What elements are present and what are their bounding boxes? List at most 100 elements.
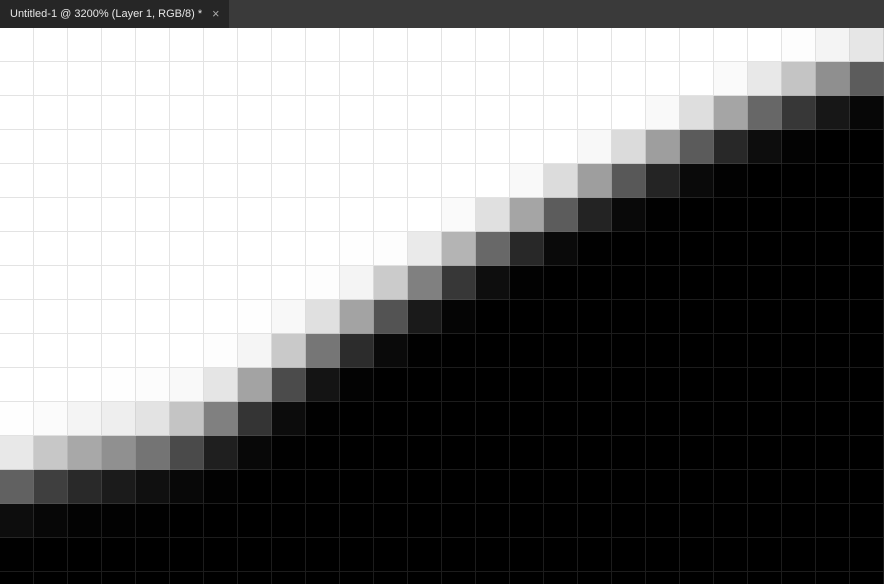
pixel xyxy=(340,436,374,470)
pixel xyxy=(204,164,238,198)
pixel xyxy=(204,470,238,504)
pixel xyxy=(306,368,340,402)
pixel xyxy=(646,504,680,538)
pixel xyxy=(272,334,306,368)
pixel xyxy=(578,62,612,96)
pixel xyxy=(510,164,544,198)
pixel xyxy=(748,232,782,266)
pixel xyxy=(68,538,102,572)
pixel xyxy=(272,164,306,198)
pixel xyxy=(238,232,272,266)
pixel xyxy=(782,504,816,538)
pixel xyxy=(612,198,646,232)
pixel xyxy=(544,164,578,198)
pixel xyxy=(476,334,510,368)
pixel xyxy=(306,436,340,470)
pixel xyxy=(340,368,374,402)
pixel xyxy=(0,96,34,130)
pixel xyxy=(782,96,816,130)
pixel xyxy=(816,164,850,198)
pixel xyxy=(680,436,714,470)
pixel xyxy=(680,334,714,368)
pixel xyxy=(816,96,850,130)
pixel xyxy=(680,368,714,402)
pixel xyxy=(782,436,816,470)
pixel xyxy=(408,572,442,584)
pixel xyxy=(714,402,748,436)
pixel xyxy=(476,402,510,436)
pixel xyxy=(544,130,578,164)
pixel xyxy=(136,436,170,470)
pixel xyxy=(170,130,204,164)
pixel xyxy=(34,368,68,402)
pixel xyxy=(272,572,306,584)
pixel xyxy=(476,62,510,96)
pixel xyxy=(340,572,374,584)
canvas-viewport[interactable] xyxy=(0,28,884,584)
pixel xyxy=(408,300,442,334)
pixel xyxy=(408,470,442,504)
pixel xyxy=(374,266,408,300)
pixel xyxy=(714,334,748,368)
pixel xyxy=(272,368,306,402)
pixel xyxy=(34,28,68,62)
pixel xyxy=(578,28,612,62)
pixel xyxy=(136,334,170,368)
pixel xyxy=(612,402,646,436)
document-tab[interactable]: Untitled-1 @ 3200% (Layer 1, RGB/8) * × xyxy=(0,0,229,28)
pixel xyxy=(204,504,238,538)
pixel xyxy=(612,538,646,572)
pixel xyxy=(578,96,612,130)
pixel xyxy=(272,266,306,300)
pixel xyxy=(850,96,884,130)
pixel xyxy=(612,232,646,266)
pixel xyxy=(340,334,374,368)
pixel xyxy=(0,538,34,572)
pixel xyxy=(238,266,272,300)
pixel xyxy=(136,538,170,572)
pixel xyxy=(204,28,238,62)
pixel xyxy=(782,62,816,96)
pixel xyxy=(544,538,578,572)
pixel xyxy=(782,538,816,572)
pixel xyxy=(238,402,272,436)
pixel xyxy=(306,164,340,198)
pixel xyxy=(272,470,306,504)
pixel xyxy=(748,266,782,300)
pixel xyxy=(374,470,408,504)
pixel xyxy=(340,504,374,538)
pixel xyxy=(68,436,102,470)
pixel xyxy=(408,334,442,368)
pixel xyxy=(408,28,442,62)
pixel xyxy=(136,28,170,62)
pixel xyxy=(544,402,578,436)
pixel xyxy=(136,164,170,198)
pixel xyxy=(510,470,544,504)
pixel xyxy=(782,368,816,402)
pixel xyxy=(442,402,476,436)
pixel xyxy=(34,572,68,584)
pixel xyxy=(68,572,102,584)
pixel xyxy=(510,96,544,130)
pixel xyxy=(850,368,884,402)
pixel xyxy=(340,402,374,436)
pixel xyxy=(850,130,884,164)
pixel xyxy=(748,572,782,584)
pixel xyxy=(850,334,884,368)
close-icon[interactable]: × xyxy=(210,0,221,28)
pixel xyxy=(68,232,102,266)
pixel xyxy=(612,130,646,164)
pixel xyxy=(136,96,170,130)
pixel xyxy=(442,334,476,368)
pixel xyxy=(0,62,34,96)
pixel-grid xyxy=(0,28,884,584)
pixel xyxy=(646,402,680,436)
pixel xyxy=(238,334,272,368)
pixel xyxy=(272,300,306,334)
pixel xyxy=(442,96,476,130)
pixel xyxy=(510,538,544,572)
pixel xyxy=(544,300,578,334)
pixel xyxy=(306,538,340,572)
pixel xyxy=(204,436,238,470)
pixel xyxy=(612,504,646,538)
